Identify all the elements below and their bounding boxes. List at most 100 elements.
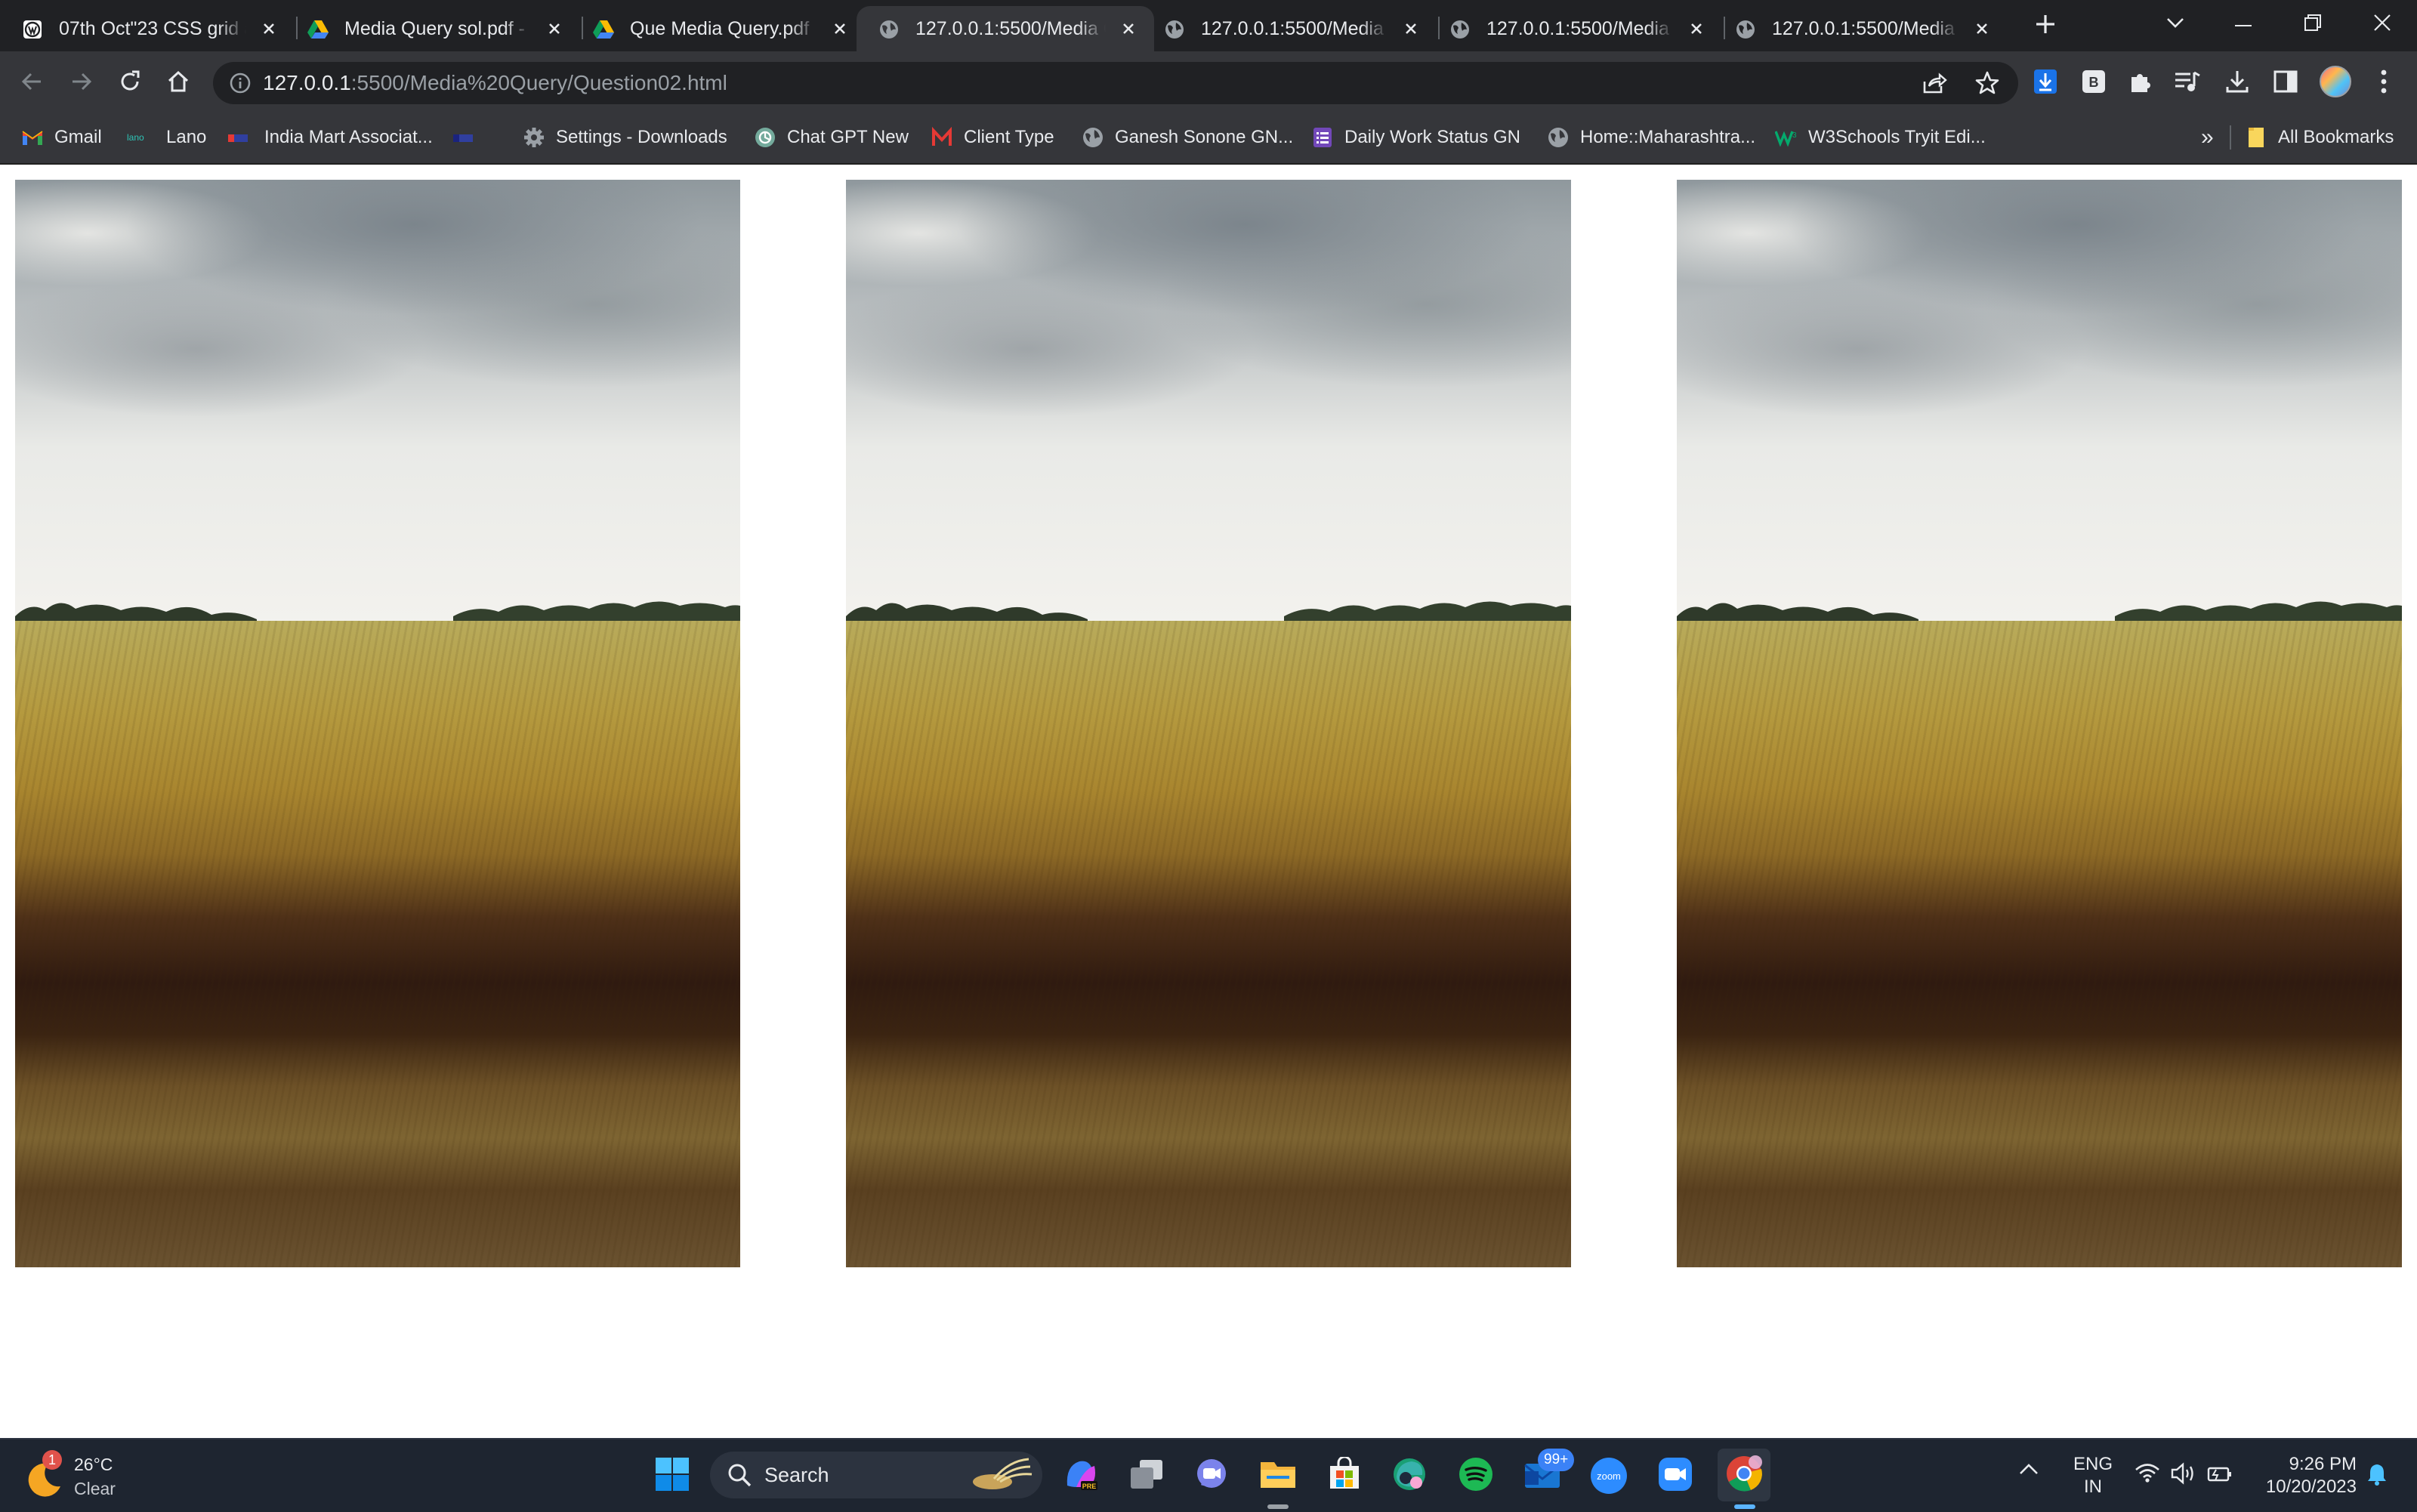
tab-strip: 07th Oct"23 CSS grid a Media Query sol.p… xyxy=(0,0,2417,51)
w3schools-icon: 3 xyxy=(1775,126,1798,149)
arrow-right-icon xyxy=(70,70,93,97)
svg-text:lano: lano xyxy=(127,132,144,143)
bookmark-daily-work-status[interactable]: Daily Work Status GN xyxy=(1311,115,1520,160)
bookmarks-divider xyxy=(2230,125,2231,150)
tab-3[interactable]: Que Media Query.pdf xyxy=(571,6,866,51)
tab-title: 127.0.0.1:5500/Media Q xyxy=(1201,18,1388,39)
arrow-left-icon xyxy=(20,70,43,97)
all-bookmarks-button[interactable]: All Bookmarks xyxy=(2245,115,2394,160)
start-button[interactable] xyxy=(650,1453,695,1498)
tab-title: 127.0.0.1:5500/Media Q xyxy=(1772,18,1959,39)
volume-icon[interactable] xyxy=(2171,1462,2196,1489)
task-view-icon xyxy=(1129,1458,1164,1494)
home-button[interactable] xyxy=(157,62,199,104)
close-icon[interactable] xyxy=(542,17,566,41)
close-window-button[interactable] xyxy=(2348,0,2417,48)
close-icon[interactable] xyxy=(828,17,852,41)
svg-text:PRE: PRE xyxy=(1082,1483,1097,1490)
close-icon[interactable] xyxy=(1399,17,1423,41)
chat-button[interactable] xyxy=(1189,1453,1234,1498)
bookmark-w3schools[interactable]: 3 W3Schools Tryit Edi... xyxy=(1775,115,1986,160)
downloads-button[interactable] xyxy=(2216,62,2258,104)
back-button[interactable] xyxy=(11,62,53,104)
zoom-meeting-button[interactable] xyxy=(1653,1453,1698,1498)
weather-temp: 26°C xyxy=(74,1455,113,1474)
bookmark-icon xyxy=(452,126,474,149)
chevron-up-icon[interactable] xyxy=(2018,1462,2039,1480)
tab-2[interactable]: Media Query sol.pdf - xyxy=(286,6,580,51)
zoom-button[interactable]: zoom xyxy=(1586,1453,1631,1498)
bookmark-ganesh-sonone[interactable]: Ganesh Sonone GN... xyxy=(1082,115,1293,160)
bookmark-settings-downloads[interactable]: Settings - Downloads xyxy=(523,115,727,160)
restore-button[interactable] xyxy=(2278,0,2348,48)
bookmark-client-type[interactable]: Client Type xyxy=(931,115,1054,160)
spotify-button[interactable] xyxy=(1453,1453,1499,1498)
task-view-button[interactable] xyxy=(1124,1453,1169,1498)
clock-time: 9:26 PM xyxy=(2289,1454,2357,1474)
tab-4-active[interactable]: 127.0.0.1:5500/Media Q xyxy=(857,6,1154,51)
bookmarks-overflow-button[interactable]: » xyxy=(2201,115,2214,160)
bookmark-label: Daily Work Status GN xyxy=(1344,127,1520,147)
extension-download-button[interactable] xyxy=(2024,62,2067,104)
file-explorer-button[interactable] xyxy=(1255,1453,1301,1498)
battery-icon[interactable] xyxy=(2207,1464,2233,1487)
reload-button[interactable] xyxy=(109,62,151,104)
close-icon[interactable] xyxy=(1116,17,1141,41)
store-button[interactable] xyxy=(1322,1453,1367,1498)
bookmark-home-maharashtra[interactable]: Home::Maharashtra... xyxy=(1547,115,1755,160)
new-tab-button[interactable] xyxy=(2009,2,2082,50)
bookmark-lano[interactable]: lano Lano xyxy=(127,115,206,160)
close-icon[interactable] xyxy=(257,17,281,41)
tab-5[interactable]: 127.0.0.1:5500/Media Q xyxy=(1142,6,1437,51)
wordpress-icon xyxy=(21,18,44,41)
download-icon xyxy=(2224,69,2250,98)
wifi-icon[interactable] xyxy=(2135,1462,2160,1487)
weather-condition: Clear xyxy=(74,1479,116,1498)
language-indicator[interactable]: ENG IN xyxy=(2068,1453,2118,1498)
bookmark-label: Lano xyxy=(166,127,207,147)
windows-taskbar: 1 26°C Clear Search PRE 99+ zoom ENG IN … xyxy=(0,1438,2417,1512)
url-host: 127.0.0.1 xyxy=(263,71,351,94)
tab-title: 127.0.0.1:5500/Media Q xyxy=(1486,18,1674,39)
bookmark-chatgpt[interactable]: Chat GPT New xyxy=(754,115,909,160)
menu-button[interactable] xyxy=(2363,62,2405,104)
clock[interactable]: 9:26 PM 10/20/2023 xyxy=(2251,1453,2357,1498)
clock-date: 10/20/2023 xyxy=(2265,1477,2357,1497)
copilot-button[interactable]: PRE xyxy=(1057,1453,1103,1498)
edge-beta-button[interactable] xyxy=(1387,1453,1432,1498)
address-bar[interactable]: 127.0.0.1:5500/Media%20Query/Question02.… xyxy=(213,62,2018,104)
forward-button[interactable] xyxy=(60,62,103,104)
mail-button[interactable]: 99+ xyxy=(1520,1449,1575,1498)
profile-button[interactable] xyxy=(2314,62,2357,104)
tab-title: 127.0.0.1:5500/Media Q xyxy=(915,18,1106,39)
chrome-button[interactable] xyxy=(1718,1449,1770,1501)
taskbar-search-box[interactable]: Search xyxy=(710,1452,1042,1498)
close-icon[interactable] xyxy=(1684,17,1709,41)
extension-b-button[interactable]: B xyxy=(2073,62,2115,104)
notification-bell-icon[interactable] xyxy=(2366,1462,2388,1490)
bookmark-gmail[interactable]: Gmail xyxy=(21,115,102,160)
extensions-button[interactable] xyxy=(2119,62,2162,104)
share-icon[interactable] xyxy=(1922,71,1947,99)
side-panel-icon xyxy=(2273,70,2298,97)
side-panel-button[interactable] xyxy=(2264,62,2307,104)
bookmark-unnamed[interactable] xyxy=(452,115,485,160)
bookmark-label: Ganesh Sonone GN... xyxy=(1115,127,1294,147)
kebab-menu-icon xyxy=(2380,69,2388,98)
star-icon[interactable] xyxy=(1974,70,2000,100)
minimize-button[interactable] xyxy=(2209,0,2278,48)
tab-7[interactable]: 127.0.0.1:5500/Media Q xyxy=(1713,6,2008,51)
tab-6[interactable]: 127.0.0.1:5500/Media Q xyxy=(1428,6,1722,51)
close-icon[interactable] xyxy=(1970,17,1994,41)
tab-search-button[interactable] xyxy=(2141,0,2210,48)
tab-1[interactable]: 07th Oct"23 CSS grid a xyxy=(0,6,295,51)
weather-widget[interactable]: 1 26°C Clear xyxy=(21,1450,165,1503)
media-button[interactable] xyxy=(2166,62,2209,104)
info-icon[interactable] xyxy=(228,71,252,95)
bookmark-indiamart[interactable]: India Mart Associat... xyxy=(225,115,433,160)
copilot-icon: PRE xyxy=(1061,1455,1099,1497)
bookmark-label: Chat GPT New xyxy=(787,127,909,147)
home-icon xyxy=(166,69,190,97)
tab-title: Que Media Query.pdf xyxy=(630,18,810,39)
running-indicator xyxy=(1267,1504,1289,1509)
